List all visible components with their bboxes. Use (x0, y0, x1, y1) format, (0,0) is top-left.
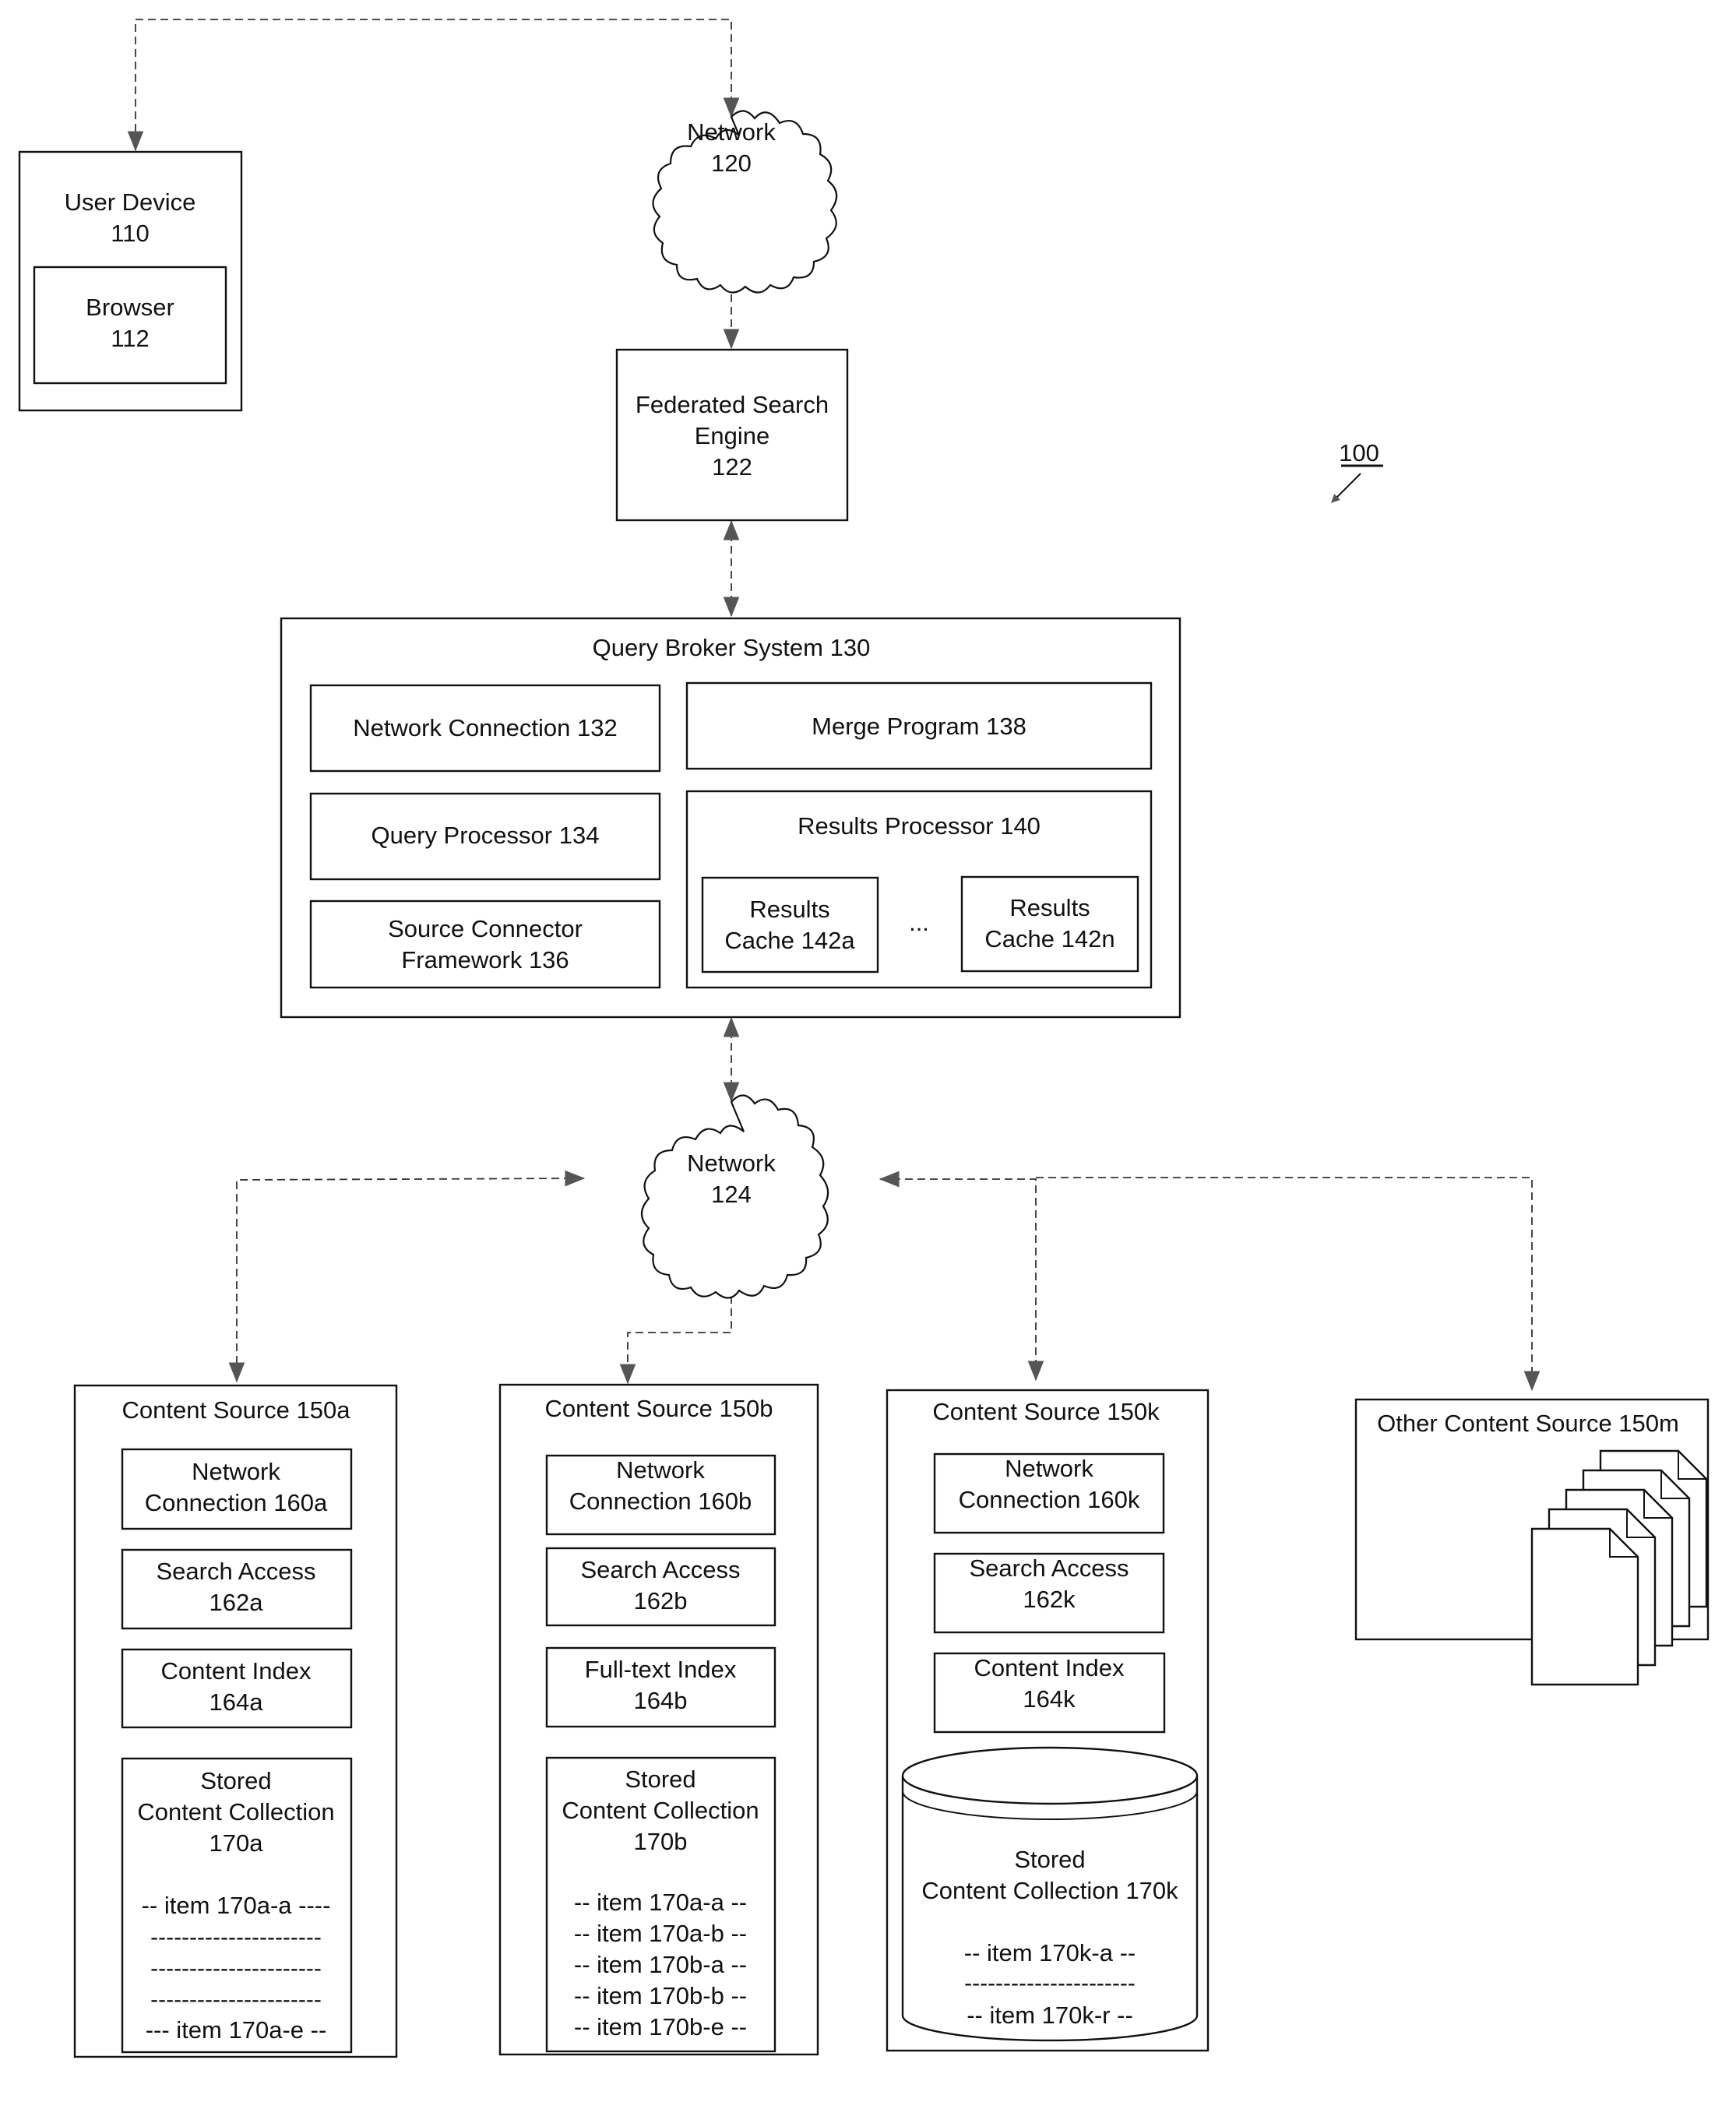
results-processor-140-title: Results Processor 140 (798, 812, 1041, 840)
collection-item: -- item 170a-a ---- (142, 1892, 331, 1919)
results-cache-142a-box (701, 876, 879, 974)
federated-search-engine: Federated Search Engine 122 (615, 348, 849, 522)
other-content-source-150m: Other Content Source 150m (1354, 1398, 1710, 1686)
other-content-source-title: Other Content Source 150m (1377, 1410, 1679, 1437)
results-cache-142n-line1: Results (1009, 894, 1090, 921)
collection-line1: Stored (1014, 1846, 1085, 1873)
user-device-title: User Device (65, 188, 196, 216)
collection-line2: Content Collection 170k (921, 1877, 1178, 1904)
cylinder-top (901, 1746, 1199, 1805)
browser-ref: 112 (111, 325, 149, 352)
collection-line1: Stored (200, 1767, 271, 1794)
network-124-ref: 124 (711, 1181, 752, 1208)
search-access-line2: 162b (634, 1587, 688, 1614)
network-connection-line1: Network (1005, 1455, 1093, 1482)
content-index-line1: Content Index (974, 1654, 1125, 1681)
collection-line2: Content Collection (137, 1798, 334, 1826)
source-connector-136-box (309, 900, 661, 989)
user-device-ref: 110 (111, 220, 149, 247)
system-diagram: 100 User Device 110 Browser 112 Network … (18, 19, 1710, 2058)
search-access-line2: 162a (210, 1589, 264, 1616)
figure-reference: 100 (1331, 439, 1383, 503)
collection-line2: Content Collection (562, 1797, 759, 1824)
user-device: User Device 110 Browser 112 (18, 150, 243, 412)
content-source-title: Content Source 150b (545, 1395, 773, 1422)
content-source-title: Content Source 150k (932, 1398, 1160, 1425)
collection-item: -- item 170b-e -- (574, 2013, 747, 2040)
query-broker-title: Query Broker System 130 (593, 634, 871, 661)
collection-item: -- item 170k-a -- (964, 1939, 1136, 1966)
browser-title: Browser (86, 294, 174, 321)
collection-item: --- item 170a-e -- (146, 2016, 327, 2044)
query-processor-134-label: Query Processor 134 (371, 822, 600, 849)
source-connector-line2: Framework 136 (401, 946, 569, 974)
content-index-line2: 164a (210, 1688, 264, 1716)
full-text-index-line1: Full-text Index (585, 1656, 737, 1683)
connector-network124-cs150k (879, 1171, 1044, 1382)
network-120-title: Network (687, 118, 776, 146)
connector-network124-cs150a (228, 1170, 586, 1383)
collection-item: -- item 170b-b -- (574, 1982, 747, 2009)
network-120: Network 120 (652, 110, 838, 294)
collection-item: ---------------------- (150, 1956, 322, 1981)
search-access-line2: 162k (1023, 1586, 1076, 1613)
content-source-title: Content Source 150a (122, 1396, 351, 1424)
figure-ref-arrow-icon (1331, 473, 1361, 503)
content-source-150a: Content Source 150a Network Connection 1… (73, 1384, 398, 2058)
collection-item: ---------------------- (150, 1924, 322, 1950)
content-index-line2: 164k (1023, 1685, 1076, 1713)
results-cache-142n-line2: Cache 142n (984, 925, 1114, 952)
cylinder-body (901, 1776, 1199, 2042)
collection-line1: Stored (625, 1766, 695, 1793)
collection-item: ---------------------- (150, 1987, 322, 2012)
merge-program-138-label: Merge Program 138 (812, 713, 1026, 740)
results-cache-ellipsis: ... (909, 909, 929, 936)
content-index-line1: Content Index (160, 1657, 312, 1685)
fse-line1: Federated Search (636, 391, 829, 418)
collection-item: -- item 170k-r -- (967, 2002, 1133, 2029)
collection-item: ---------------------- (964, 1970, 1136, 1996)
content-source-150k: Content Source 150k Network Connection 1… (886, 1389, 1210, 2052)
full-text-index-line2: 164b (634, 1687, 688, 1714)
query-broker-system: Query Broker System 130 Network Connecti… (280, 617, 1181, 1019)
document-icon (1530, 1527, 1639, 1686)
figure-ref-number: 100 (1339, 439, 1379, 467)
network-120-ref: 120 (711, 150, 752, 177)
results-cache-142a-line2: Cache 142a (724, 927, 855, 954)
network-connection-132-label: Network Connection 132 (353, 714, 617, 741)
results-cache-142n-box (960, 875, 1139, 973)
network-connection-line2: Connection 160k (959, 1486, 1140, 1513)
content-source-150b: Content Source 150b Network Connection 1… (498, 1383, 819, 2056)
fse-line2: Engine (695, 422, 770, 449)
collection-line3: 170a (210, 1829, 264, 1857)
network-124: Network 124 (640, 1094, 829, 1299)
search-access-line1: Search Access (969, 1554, 1129, 1582)
collection-item: -- item 170a-b -- (574, 1920, 747, 1947)
network-connection-line1: Network (192, 1458, 280, 1485)
network-connection-line2: Connection 160a (145, 1489, 328, 1516)
network-124-title: Network (687, 1150, 776, 1177)
search-access-line1: Search Access (156, 1558, 315, 1585)
connector-network124-cs150m (1036, 1177, 1541, 1392)
results-cache-142a-line1: Results (749, 896, 829, 923)
collection-item: -- item 170a-a -- (574, 1889, 747, 1916)
connector-user-network120 (127, 19, 740, 152)
fse-ref: 122 (712, 453, 752, 481)
source-connector-line1: Source Connector (388, 915, 583, 942)
search-access-line1: Search Access (580, 1556, 740, 1583)
collection-item: -- item 170b-a -- (574, 1951, 747, 1978)
network-connection-line1: Network (616, 1456, 705, 1484)
collection-line3: 170b (634, 1828, 688, 1855)
network-connection-line2: Connection 160b (569, 1488, 752, 1515)
